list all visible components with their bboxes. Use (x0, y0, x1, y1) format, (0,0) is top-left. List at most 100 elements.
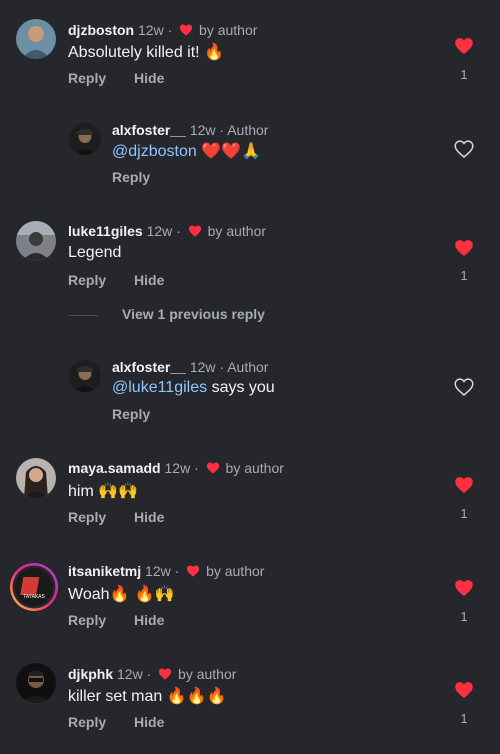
comment-meta: alxfoster__ 12w · Author (112, 358, 268, 376)
author-label: Author (227, 122, 269, 138)
author-label: Author (227, 359, 269, 375)
comment-body: says you (211, 379, 275, 396)
comment-text: Legend (68, 242, 121, 264)
username[interactable]: alxfoster__ (112, 122, 186, 138)
hide-button[interactable]: Hide (134, 272, 164, 288)
timestamp: 12w (164, 460, 191, 476)
author-heart-icon (187, 565, 200, 577)
comment-meta: luke11giles 12w · by author (68, 222, 266, 240)
comment-meta: djkphk 12w · by author (68, 665, 236, 683)
hide-button[interactable]: Hide (134, 612, 164, 628)
comment-text: @luke11giles says you (112, 377, 275, 399)
like-heart-icon[interactable] (453, 139, 475, 159)
avatar[interactable] (69, 360, 101, 392)
avatar[interactable] (16, 19, 56, 59)
comment-body: killer set man (68, 688, 163, 705)
mention-link[interactable]: @luke11giles (112, 379, 207, 396)
username[interactable]: maya.samadd (68, 460, 161, 476)
avatar[interactable] (16, 458, 56, 498)
comment-text: him 🙌🙌 (68, 480, 138, 503)
separator: · (167, 22, 173, 38)
comment-body: Woah (68, 586, 110, 603)
comment-emoji: 🔥 (204, 42, 224, 61)
username[interactable]: djzboston (68, 22, 134, 38)
username[interactable]: luke11giles (68, 223, 143, 239)
like-count: 1 (460, 268, 468, 283)
comment-meta: djzboston 12w · by author (68, 21, 257, 39)
reply-button[interactable]: Reply (68, 509, 106, 525)
reply-button[interactable]: Reply (68, 70, 106, 86)
avatar[interactable] (16, 663, 56, 703)
comment-body: him (68, 483, 94, 500)
comment-meta: alxfoster__ 12w · Author (112, 121, 268, 139)
hide-button[interactable]: Hide (134, 509, 164, 525)
by-author-label: by author (199, 22, 258, 38)
comment-actions: Reply (112, 168, 150, 186)
comment-emoji: 🔥 🔥🙌 (109, 584, 175, 603)
reply-button[interactable]: Reply (112, 169, 150, 185)
separator: · (219, 359, 225, 375)
mention-link[interactable]: @djzboston (112, 143, 197, 160)
timestamp: 12w (189, 122, 216, 138)
comment-meta: itsaniketmj 12w · by author (68, 562, 264, 580)
by-author-label: by author (178, 666, 237, 682)
divider (68, 314, 98, 316)
comment-actions: Reply Hide (68, 713, 164, 731)
comment-emoji: 🔥🔥🔥 (166, 686, 227, 705)
timestamp: 12w (117, 666, 143, 682)
reply-button[interactable]: Reply (68, 714, 106, 730)
comment-body: Absolutely killed it! (68, 44, 200, 61)
reply-button[interactable]: Reply (112, 406, 150, 422)
view-previous-label: View 1 previous reply (122, 306, 265, 322)
reply-button[interactable]: Reply (68, 612, 106, 628)
author-heart-icon (180, 24, 193, 36)
like-heart-icon[interactable] (453, 36, 475, 56)
separator: · (219, 122, 225, 138)
comment-actions: Reply Hide (68, 69, 164, 87)
comment-text: @djzboston ❤️❤️🙏 (112, 140, 261, 163)
separator: · (194, 460, 199, 476)
by-author-label: by author (207, 223, 267, 239)
like-count: 1 (460, 711, 468, 726)
comment-text: killer set man 🔥🔥🔥 (68, 685, 226, 708)
comment-actions: Reply Hide (68, 508, 164, 526)
timestamp: 12w (145, 563, 171, 579)
separator: · (176, 223, 181, 239)
like-heart-icon[interactable] (453, 680, 475, 700)
reply-button[interactable]: Reply (68, 272, 106, 288)
avatar[interactable]: TAYAKAS (9, 562, 59, 612)
author-heart-icon (206, 462, 219, 474)
timestamp: 12w (146, 223, 173, 239)
comment-actions: Reply Hide (68, 271, 164, 289)
like-count: 1 (460, 67, 468, 82)
comment-text: Woah🔥 🔥🙌 (68, 583, 174, 606)
author-heart-icon (159, 668, 172, 680)
timestamp: 12w (138, 22, 164, 38)
timestamp: 12w (189, 359, 216, 375)
like-heart-icon[interactable] (453, 238, 475, 258)
like-heart-icon[interactable] (453, 475, 475, 495)
comment-text: Absolutely killed it! 🔥 (68, 41, 224, 64)
avatar[interactable] (69, 123, 101, 155)
avatar[interactable] (16, 221, 56, 261)
like-count: 1 (460, 609, 468, 624)
like-heart-icon[interactable] (453, 578, 475, 598)
username[interactable]: alxfoster__ (112, 359, 186, 375)
username[interactable]: djkphk (68, 666, 113, 682)
comment-emoji: ❤️❤️🙏 (201, 141, 261, 160)
comment-meta: maya.samadd 12w · by author (68, 459, 284, 477)
comment-actions: Reply (112, 405, 150, 423)
by-author-label: by author (206, 563, 265, 579)
hide-button[interactable]: Hide (134, 714, 164, 730)
comment-body: Legend (68, 244, 122, 261)
username[interactable]: itsaniketmj (68, 563, 141, 579)
comment-actions: Reply Hide (68, 611, 164, 629)
by-author-label: by author (225, 460, 284, 476)
comment-emoji: 🙌🙌 (98, 481, 139, 500)
hide-button[interactable]: Hide (134, 70, 164, 86)
like-heart-icon[interactable] (453, 377, 475, 397)
like-count: 1 (460, 506, 468, 521)
view-previous-reply-button[interactable]: View 1 previous reply (68, 306, 265, 322)
author-heart-icon (188, 225, 201, 237)
separator: · (174, 563, 180, 579)
